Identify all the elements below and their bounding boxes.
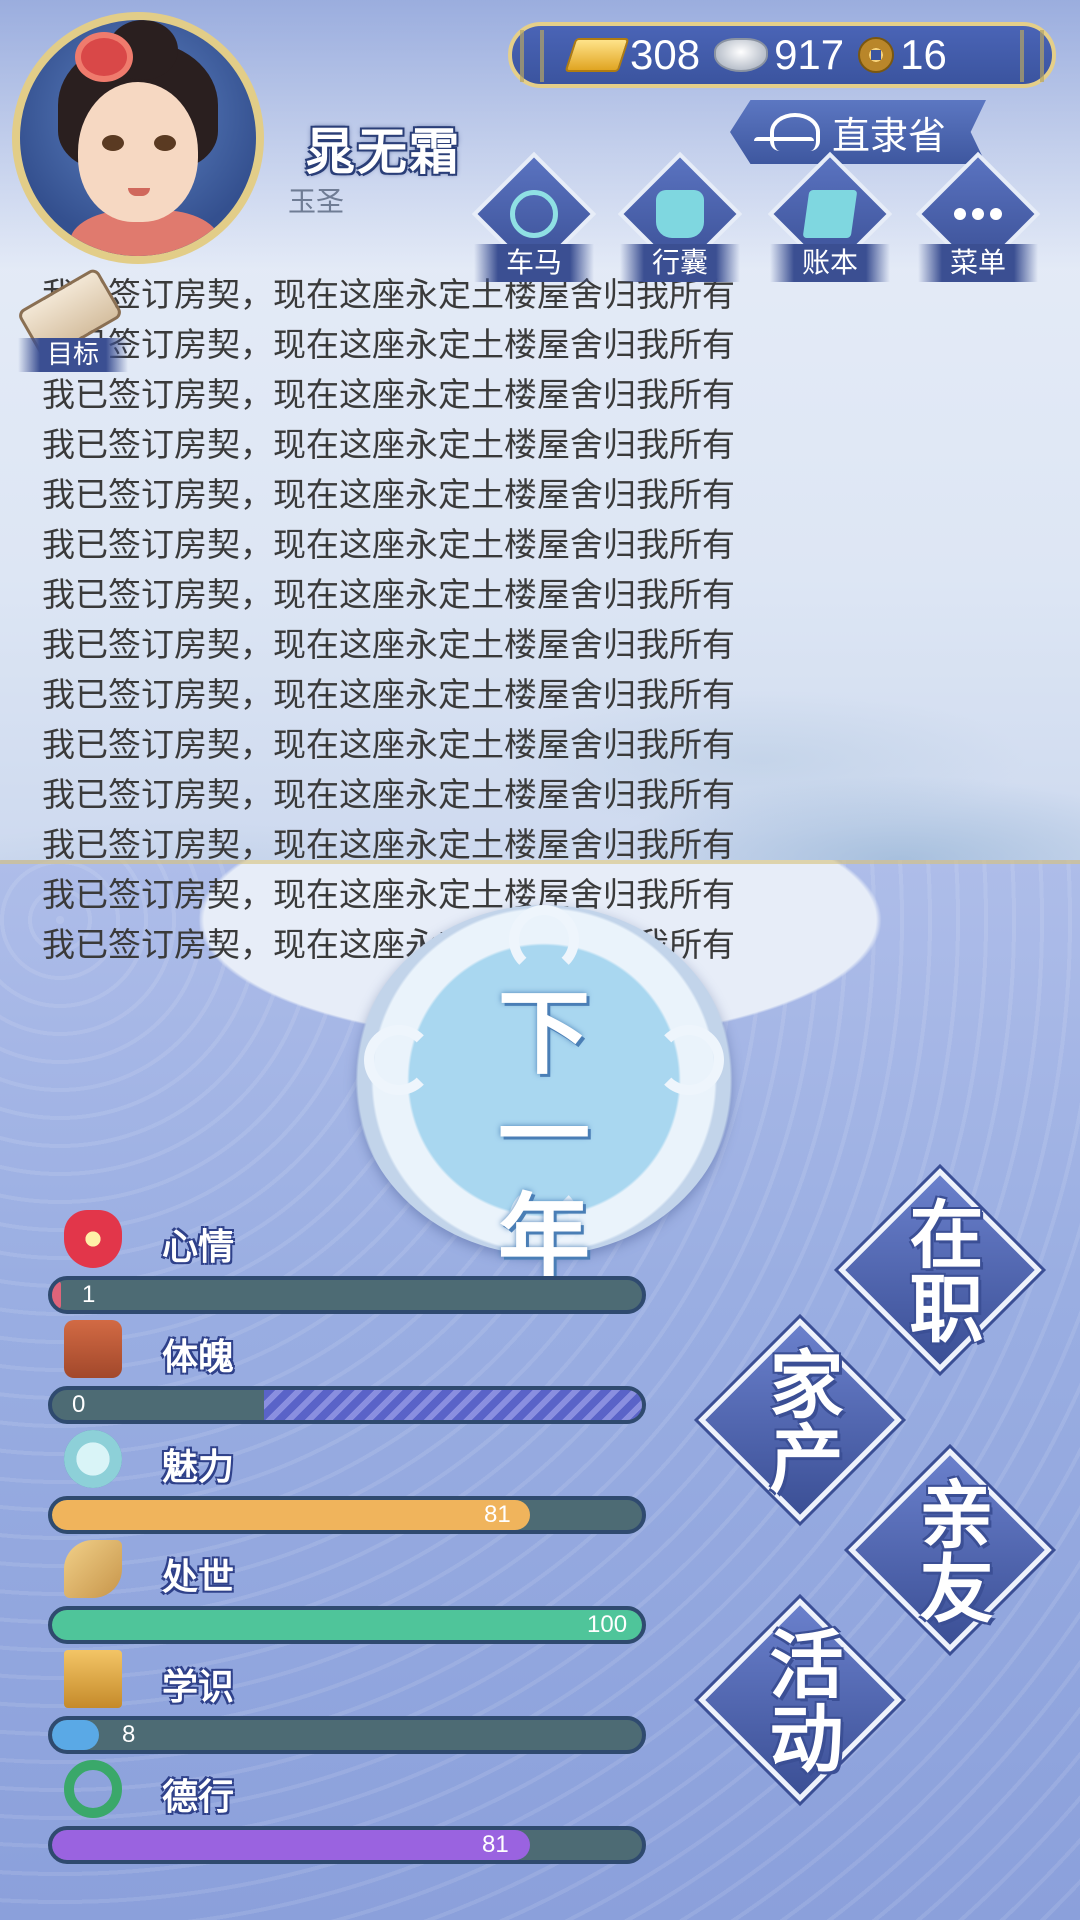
silver-value: 917 [774,31,845,78]
stat-bar: 8 [48,1716,646,1754]
log-line: 我已签订房契，现在这座永定土楼屋舍归我所有 [42,425,735,464]
stat-fill [52,1720,100,1750]
stat-knowledge: 学识 8 [48,1650,648,1760]
event-log[interactable]: 我已签订房契，现在这座永定土楼屋舍归我所有 我已签订房契，现在这座永定土楼屋舍归… [42,270,802,960]
coin-counter: 16 [858,31,947,79]
cloud-swirl-icon [654,1025,724,1095]
log-line: 我已签订房契，现在这座永定土楼屋舍归我所有 [42,325,735,364]
stat-label: 心情 [162,1227,235,1268]
bag-label: 行囊 [620,244,740,282]
log-line: 我已签订房契，现在这座永定土楼屋舍归我所有 [42,525,735,564]
jade-icon [64,1760,122,1818]
carriage-icon [510,190,558,238]
resource-bar: 308 917 16 [508,22,1056,88]
flower-icon [64,1210,122,1268]
stat-value: 81 [482,1831,509,1858]
stat-bar: 100 [48,1606,646,1644]
carriage-label: 车马 [474,244,594,282]
official-hat-icon [750,111,824,153]
stat-value: 8 [122,1721,136,1748]
stat-body: 体魄 0 [48,1320,648,1430]
log-line: 我已签订房契，现在这座永定土楼屋舍归我所有 [42,725,735,764]
bamboo-decoration-icon [520,30,544,82]
fan-icon [64,1540,122,1598]
gold-value: 308 [630,31,701,78]
ledger-button[interactable]: 账本 [767,151,893,282]
mirror-icon [64,1430,122,1488]
avatar-flower [75,32,133,82]
bag-icon [656,190,704,238]
player-title: 玉圣 [288,185,345,218]
carriage-button[interactable]: 车马 [471,151,597,282]
location-label: 直隶省 [832,113,947,158]
stat-fill [52,1500,530,1530]
coin-value: 16 [900,31,947,78]
stat-locked-hatch [264,1390,642,1420]
activities-button[interactable]: 活动 [698,1598,902,1802]
ledger-icon [802,190,858,238]
stat-label: 魅力 [162,1447,235,1488]
next-year-line1: 下一 [497,980,590,1189]
log-line: 我已签订房契，现在这座永定土楼屋舍归我所有 [42,625,735,664]
copper-coin-icon [858,37,895,73]
gold-ingot-icon [564,38,630,72]
menu-label: 菜单 [918,244,1038,282]
gold-counter: 308 [564,31,701,79]
stat-value: 100 [587,1611,628,1638]
log-line: 我已签订房契，现在这座永定土楼屋舍归我所有 [42,375,735,414]
log-line: 我已签订房契，现在这座永定土楼屋舍归我所有 [42,825,735,864]
stat-label: 体魄 [162,1337,235,1378]
stat-worldliness: 处世 100 [48,1540,648,1650]
body-icon [64,1320,122,1378]
stat-label: 德行 [162,1777,235,1818]
player-name: 晁无霜 [305,123,461,181]
stat-value: 0 [72,1391,86,1418]
stat-bar: 1 [48,1276,646,1314]
stat-fill [52,1610,642,1640]
avatar[interactable] [12,12,264,264]
bamboo-decoration-icon [1020,30,1044,82]
menu-button[interactable]: 菜单 [915,151,1041,282]
stat-fill [52,1280,61,1310]
next-year-button[interactable]: 下一 年 [354,905,734,1289]
log-line: 我已签订房契，现在这座永定土楼屋舍归我所有 [42,675,735,714]
avatar-eye [154,135,176,151]
stat-value: 81 [484,1501,511,1528]
stat-bar: 81 [48,1496,646,1534]
goal-button[interactable]: 目标 [16,266,128,372]
activities-label: 活动 [757,1626,843,1774]
stat-bar: 0 [48,1386,646,1424]
avatar-eye [102,135,124,151]
log-line: 我已签订房契，现在这座永定土楼屋舍归我所有 [42,475,735,514]
books-icon [64,1650,122,1708]
stat-bar: 81 [48,1826,646,1864]
silver-ingot-icon [714,38,769,72]
stat-fill [52,1830,530,1860]
stat-virtue: 德行 81 [48,1760,648,1870]
cloud-swirl-icon [509,905,579,975]
avatar-face [78,82,198,222]
silver-counter: 917 [714,31,844,79]
stat-label: 处世 [162,1557,235,1598]
stat-mood: 心情 1 [48,1210,648,1320]
stat-charm: 魅力 81 [48,1430,648,1540]
bag-button[interactable]: 行囊 [617,151,743,282]
ledger-label: 账本 [770,244,890,282]
goal-label: 目标 [18,338,128,372]
log-line: 我已签订房契，现在这座永定土楼屋舍归我所有 [42,775,735,814]
stat-value: 1 [82,1281,96,1308]
menu-dots-icon [954,190,1002,238]
stat-label: 学识 [162,1667,235,1708]
location-button[interactable]: 直隶省 [730,100,986,164]
log-line: 我已签订房契，现在这座永定土楼屋舍归我所有 [42,575,735,614]
cloud-swirl-icon [364,1025,434,1095]
